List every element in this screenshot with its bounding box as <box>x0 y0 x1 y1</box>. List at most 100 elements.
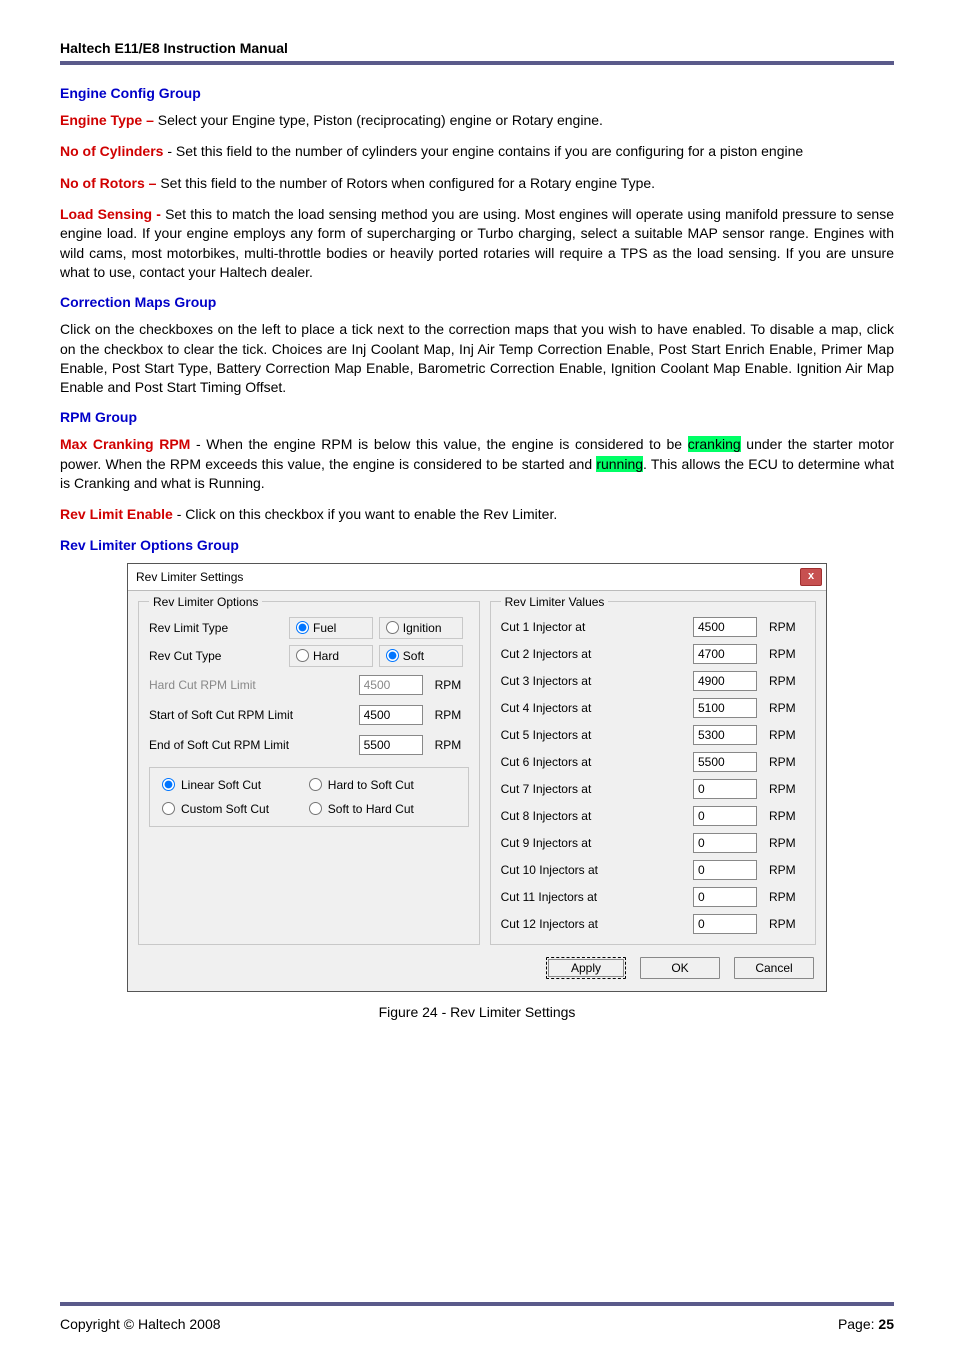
values-fieldset: Rev Limiter Values Cut 1 Injector atRPMC… <box>490 595 816 945</box>
injector-input[interactable] <box>693 806 757 826</box>
injector-unit: RPM <box>763 890 805 904</box>
injector-label: Cut 8 Injectors at <box>501 809 693 823</box>
dialog-titlebar: Rev Limiter Settings x <box>128 564 826 591</box>
load-sensing-text: Set this to match the load sensing metho… <box>60 206 894 280</box>
injector-input[interactable] <box>693 644 757 664</box>
options-legend: Rev Limiter Options <box>149 595 262 609</box>
injector-unit: RPM <box>763 701 805 715</box>
injector-unit: RPM <box>763 917 805 931</box>
injector-label: Cut 10 Injectors at <box>501 863 693 877</box>
radio-hard-to-soft[interactable]: Hard to Soft Cut <box>309 778 456 792</box>
hard-cut-input[interactable] <box>359 675 423 695</box>
injector-label: Cut 5 Injectors at <box>501 728 693 742</box>
radio-custom-soft-label: Custom Soft Cut <box>181 802 269 816</box>
close-icon[interactable]: x <box>800 568 822 586</box>
injector-input[interactable] <box>693 779 757 799</box>
values-legend: Rev Limiter Values <box>501 595 609 609</box>
no-cylinders-label: No of Cylinders <box>60 143 167 159</box>
engine-config-heading: Engine Config Group <box>60 85 894 101</box>
injector-unit: RPM <box>763 728 805 742</box>
start-soft-input[interactable] <box>359 705 423 725</box>
end-soft-unit: RPM <box>429 738 469 752</box>
page-header-title: Haltech E11/E8 Instruction Manual <box>60 40 894 56</box>
radio-fuel-label: Fuel <box>313 621 336 635</box>
apply-button[interactable]: Apply <box>546 957 626 979</box>
footer-page-label: Page: <box>838 1316 878 1332</box>
max-cranking-hl1: cranking <box>688 436 741 452</box>
correction-maps-heading: Correction Maps Group <box>60 294 894 310</box>
injector-input[interactable] <box>693 914 757 934</box>
rev-cut-type-label: Rev Cut Type <box>149 649 289 663</box>
injector-unit: RPM <box>763 809 805 823</box>
injector-unit: RPM <box>763 755 805 769</box>
injector-input[interactable] <box>693 887 757 907</box>
injector-label: Cut 4 Injectors at <box>501 701 693 715</box>
injector-label: Cut 1 Injector at <box>501 620 693 634</box>
correction-maps-text: Click on the checkboxes on the left to p… <box>60 320 894 397</box>
rev-limiter-options-heading: Rev Limiter Options Group <box>60 537 894 553</box>
injector-label: Cut 2 Injectors at <box>501 647 693 661</box>
radio-hard-label: Hard <box>313 649 339 663</box>
footer-page-num: 25 <box>878 1316 894 1332</box>
injector-unit: RPM <box>763 620 805 634</box>
options-fieldset: Rev Limiter Options Rev Limit Type Fuel … <box>138 595 480 945</box>
max-cranking-label: Max Cranking RPM <box>60 436 190 452</box>
radio-ignition[interactable]: Ignition <box>379 617 463 639</box>
injector-unit: RPM <box>763 782 805 796</box>
injector-input[interactable] <box>693 725 757 745</box>
no-rotors-text: Set this field to the number of Rotors w… <box>160 175 655 191</box>
radio-soft-to-hard[interactable]: Soft to Hard Cut <box>309 802 456 816</box>
rev-limiter-dialog: Rev Limiter Settings x Rev Limiter Optio… <box>127 563 827 992</box>
header-rule <box>60 61 894 65</box>
injector-input[interactable] <box>693 671 757 691</box>
injector-unit: RPM <box>763 863 805 877</box>
end-soft-label: End of Soft Cut RPM Limit <box>149 738 359 752</box>
footer-copyright: Copyright © Haltech 2008 <box>60 1316 221 1332</box>
start-soft-unit: RPM <box>429 708 469 722</box>
injector-label: Cut 11 Injectors at <box>501 890 693 904</box>
injector-input[interactable] <box>693 833 757 853</box>
cancel-button[interactable]: Cancel <box>734 957 814 979</box>
start-soft-label: Start of Soft Cut RPM Limit <box>149 708 359 722</box>
injector-unit: RPM <box>763 836 805 850</box>
engine-type-label: Engine Type – <box>60 112 158 128</box>
injector-input[interactable] <box>693 617 757 637</box>
dialog-title-text: Rev Limiter Settings <box>136 570 243 584</box>
no-rotors-label: No of Rotors – <box>60 175 160 191</box>
injector-label: Cut 7 Injectors at <box>501 782 693 796</box>
end-soft-input[interactable] <box>359 735 423 755</box>
radio-fuel[interactable]: Fuel <box>289 617 373 639</box>
hard-cut-limit-label: Hard Cut RPM Limit <box>149 678 359 692</box>
injector-rows-container: Cut 1 Injector at RPM Cut 2 Injectors at RP… <box>501 617 805 934</box>
max-cranking-pre: - When the engine RPM is below this valu… <box>190 436 687 452</box>
radio-linear-soft-label: Linear Soft Cut <box>181 778 261 792</box>
radio-custom-soft[interactable]: Custom Soft Cut <box>162 802 309 816</box>
load-sensing-label: Load Sensing - <box>60 206 165 222</box>
rev-limit-type-label: Rev Limit Type <box>149 621 289 635</box>
injector-label: Cut 6 Injectors at <box>501 755 693 769</box>
injector-input[interactable] <box>693 752 757 772</box>
injector-input[interactable] <box>693 698 757 718</box>
cut-mode-box: Linear Soft Cut Hard to Soft Cut Custom … <box>149 767 469 827</box>
injector-unit: RPM <box>763 674 805 688</box>
max-cranking-hl2: running <box>596 456 643 472</box>
hard-cut-unit: RPM <box>429 678 469 692</box>
ok-button[interactable]: OK <box>640 957 720 979</box>
radio-soft[interactable]: Soft <box>379 645 463 667</box>
footer-rule <box>60 1302 894 1306</box>
no-cylinders-text: - Set this field to the number of cylind… <box>167 143 803 159</box>
injector-label: Cut 3 Injectors at <box>501 674 693 688</box>
radio-hard[interactable]: Hard <box>289 645 373 667</box>
radio-linear-soft[interactable]: Linear Soft Cut <box>162 778 309 792</box>
figure-caption: Figure 24 - Rev Limiter Settings <box>60 1004 894 1020</box>
engine-type-text: Select your Engine type, Piston (recipro… <box>158 112 603 128</box>
injector-input[interactable] <box>693 860 757 880</box>
injector-label: Cut 12 Injectors at <box>501 917 693 931</box>
radio-soft-to-hard-label: Soft to Hard Cut <box>328 802 414 816</box>
rev-limit-enable-label: Rev Limit Enable <box>60 506 173 522</box>
rev-limit-enable-text: - Click on this checkbox if you want to … <box>173 506 557 522</box>
radio-soft-label: Soft <box>403 649 424 663</box>
injector-label: Cut 9 Injectors at <box>501 836 693 850</box>
rpm-group-heading: RPM Group <box>60 409 894 425</box>
radio-hard-to-soft-label: Hard to Soft Cut <box>328 778 414 792</box>
